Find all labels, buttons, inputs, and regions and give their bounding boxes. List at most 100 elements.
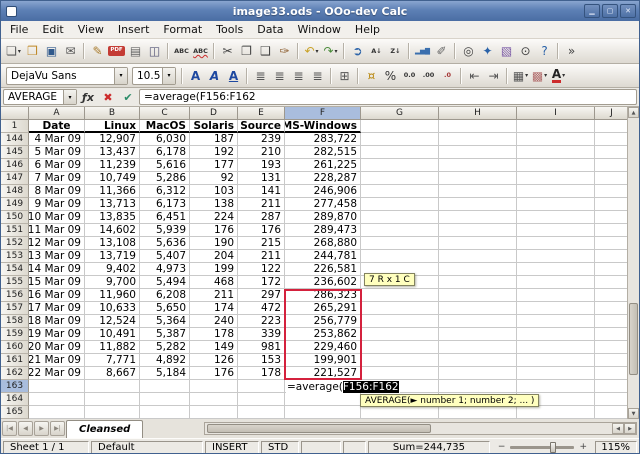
row-header-155[interactable]: 155 [1,276,29,289]
cell[interactable] [361,120,439,133]
menu-data[interactable]: Data [250,21,290,38]
cell[interactable] [439,406,517,419]
cell[interactable] [29,406,85,419]
cell[interactable] [517,263,595,276]
cell[interactable]: 13,835 [85,211,140,224]
first-sheet-button[interactable]: |◀ [2,421,17,436]
sum-indicator[interactable]: Sum=244,735 [368,441,490,454]
cell[interactable]: 253,862 [285,328,361,341]
cell[interactable] [439,289,517,302]
cell[interactable] [238,393,285,406]
cell[interactable]: 339 [238,328,285,341]
cell[interactable] [361,172,439,185]
cell[interactable]: 7,771 [85,354,140,367]
row-header-165[interactable]: 165 [1,406,29,419]
cell[interactable]: 221,527 [285,367,361,380]
cell[interactable]: 174 [190,302,238,315]
cell[interactable]: 4,973 [140,263,190,276]
cell[interactable]: 226,581 [285,263,361,276]
cell[interactable] [190,393,238,406]
row-header-152[interactable]: 152 [1,237,29,250]
cell[interactable] [595,133,629,146]
column-header-B[interactable]: B [85,107,140,120]
cell[interactable] [361,341,439,354]
cell[interactable]: 9,402 [85,263,140,276]
cell[interactable] [439,367,517,380]
cell[interactable] [85,393,140,406]
font-size-combo[interactable]: 10.5 ▾ [132,67,176,85]
cell[interactable]: 176 [190,367,238,380]
cell[interactable]: 10 Mar 09 [29,211,85,224]
font-size-dropdown-icon[interactable]: ▾ [162,68,175,84]
cell[interactable]: Linux [85,120,140,133]
align-right-button[interactable]: ≣ [289,66,308,86]
cell[interactable]: MS-Windows [285,120,361,133]
row-header-153[interactable]: 153 [1,250,29,263]
cell[interactable]: 193 [238,159,285,172]
column-header-A[interactable]: A [29,107,85,120]
cell[interactable] [595,224,629,237]
column-header-C[interactable]: C [140,107,190,120]
cell[interactable] [517,276,595,289]
cell[interactable]: 153 [238,354,285,367]
cell[interactable]: 11 Mar 09 [29,224,85,237]
delete-decimal-button[interactable]: .0 [438,66,457,86]
horizontal-scrollbar-thumb[interactable] [207,424,431,433]
column-header-J[interactable]: J [595,107,629,120]
cell[interactable] [361,185,439,198]
cell[interactable]: 5,636 [140,237,190,250]
row-header-161[interactable]: 161 [1,354,29,367]
cell[interactable]: 211 [238,198,285,211]
close-button[interactable]: ✕ [620,4,636,18]
borders-dropdown-icon[interactable]: ▾ [525,72,528,79]
cell[interactable]: 204 [190,250,238,263]
cell[interactable] [29,380,85,393]
row-header-154[interactable]: 154 [1,263,29,276]
zoom-in-button[interactable]: + [577,442,589,452]
titlebar[interactable]: image33.ods - OOo-dev Calc ▁ ▢ ✕ [1,1,639,21]
cell[interactable]: 287 [238,211,285,224]
cell[interactable] [517,185,595,198]
percent-format-button[interactable]: % [381,66,400,86]
row-header-156[interactable]: 156 [1,289,29,302]
cell[interactable] [439,354,517,367]
paste-button[interactable]: ❑ [256,41,275,61]
cell[interactable] [595,341,629,354]
cell[interactable] [190,380,238,393]
increase-indent-button[interactable]: ⇥ [484,66,503,86]
cell[interactable] [361,211,439,224]
menu-file[interactable]: File [3,21,35,38]
cell[interactable]: 6,030 [140,133,190,146]
cell[interactable]: 5,282 [140,341,190,354]
cell[interactable]: 5,407 [140,250,190,263]
cell[interactable]: 277,458 [285,198,361,211]
cell[interactable] [595,250,629,263]
font-name-dropdown-icon[interactable]: ▾ [114,68,127,84]
cell[interactable]: 187 [190,133,238,146]
cell[interactable]: 5,650 [140,302,190,315]
cell[interactable]: 172 [238,276,285,289]
gallery-button[interactable]: ▧ [497,41,516,61]
cell[interactable]: 13,713 [85,198,140,211]
cell[interactable]: 211 [238,250,285,263]
name-box-dropdown-icon[interactable]: ▾ [63,90,76,104]
cell[interactable] [439,315,517,328]
row-header-151[interactable]: 151 [1,224,29,237]
zoom-out-button[interactable]: − [496,442,508,452]
zoom-level[interactable]: 115% [595,441,637,454]
cell[interactable]: 12,907 [85,133,140,146]
cell[interactable]: 283,722 [285,133,361,146]
cell[interactable]: 210 [238,146,285,159]
borders-button[interactable]: ▦▾ [511,66,530,86]
cell[interactable] [595,328,629,341]
cell[interactable]: 21 Mar 09 [29,354,85,367]
cell[interactable] [517,198,595,211]
cell[interactable]: 8 Mar 09 [29,185,85,198]
cell[interactable] [238,406,285,419]
cell[interactable]: 289,870 [285,211,361,224]
cell[interactable]: Date [29,120,85,133]
cell[interactable]: 178 [190,328,238,341]
maximize-button[interactable]: ▢ [602,4,618,18]
cell[interactable]: 103 [190,185,238,198]
redo-button[interactable]: ↷▾ [321,41,340,61]
